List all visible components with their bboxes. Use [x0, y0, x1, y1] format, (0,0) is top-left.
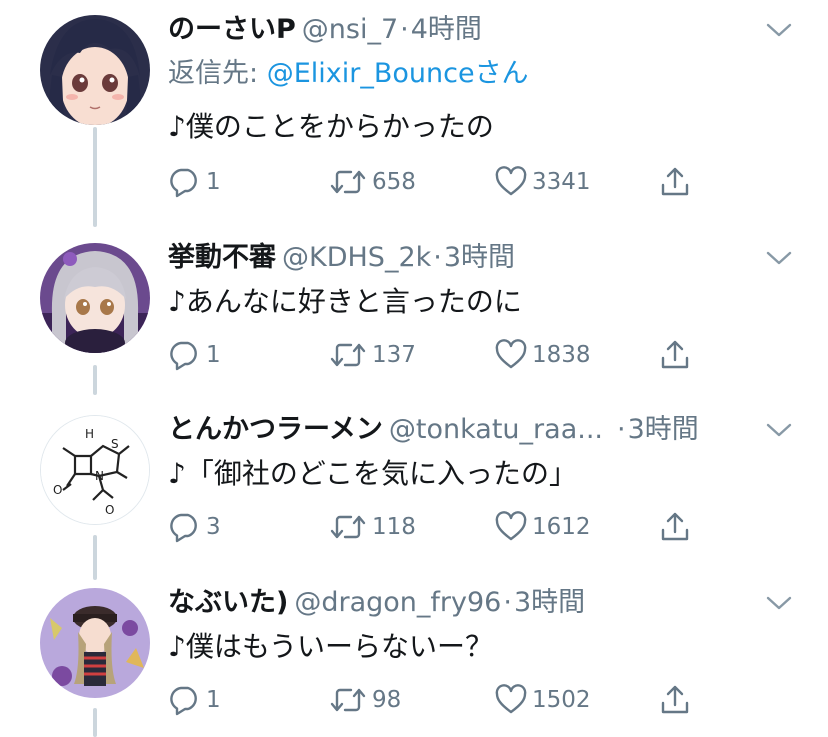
- retweet-icon: [330, 170, 366, 194]
- atom-label: O: [105, 503, 114, 517]
- atom-label: H: [85, 427, 94, 441]
- retweet-button[interactable]: 118: [328, 507, 416, 547]
- reply-user-link[interactable]: @Elixir_Bounce: [267, 58, 475, 89]
- retweet-count: 137: [372, 342, 416, 368]
- avatar[interactable]: H S N O O: [40, 415, 150, 525]
- reply-count: 1: [206, 687, 221, 713]
- reply-icon: [170, 168, 197, 198]
- like-count: 1838: [532, 342, 591, 368]
- tweet-text: ♪僕はもういーらないー？: [168, 630, 494, 663]
- tweet-actions: 1 658 3341: [168, 162, 728, 202]
- tweet[interactable]: のーさいP @nsi_7·4時間 返信先: @Elixir_Bounceさん ♪僕…: [0, 10, 828, 220]
- share-button[interactable]: [658, 335, 692, 375]
- reply-button[interactable]: 1: [168, 335, 221, 375]
- reply-button[interactable]: 1: [168, 162, 221, 202]
- chevron-down-icon[interactable]: [763, 591, 795, 615]
- user-handle[interactable]: @dragon_fry96: [294, 587, 501, 618]
- user-handle[interactable]: @KDHS_2k: [282, 242, 431, 273]
- retweet-icon: [330, 515, 366, 539]
- reply-button[interactable]: 1: [168, 680, 221, 720]
- reply-count: 1: [206, 342, 221, 368]
- reply-button[interactable]: 3: [168, 507, 221, 547]
- separator-dot: ·: [616, 414, 626, 445]
- tweet[interactable]: なぶいた) @dragon_fry96·3時間 ♪僕はもういーらないー？ 1 98…: [0, 583, 828, 737]
- chevron-down-icon[interactable]: [763, 18, 795, 42]
- retweet-button[interactable]: 137: [328, 335, 416, 375]
- atom-label: O: [53, 483, 62, 497]
- reply-icon: [170, 341, 197, 371]
- atom-label: S: [111, 437, 119, 451]
- retweet-icon: [330, 688, 366, 712]
- retweet-count: 658: [372, 169, 416, 195]
- reply-suffix: さん: [474, 58, 529, 89]
- share-icon: [661, 167, 689, 196]
- separator-dot: ·: [503, 587, 512, 618]
- tweet-text: ♪「御社のどこを気に入ったの」: [168, 457, 578, 490]
- chevron-down-icon[interactable]: [763, 246, 795, 270]
- share-button[interactable]: [658, 680, 692, 720]
- retweet-icon: [330, 343, 366, 367]
- retweet-count: 118: [372, 514, 416, 540]
- tweet-header: とんかつラーメン @tonkatu_raa... ·3時間: [168, 410, 768, 450]
- user-handle[interactable]: @tonkatu_raa...: [389, 414, 603, 445]
- tweet[interactable]: 挙動不審 @KDHS_2k·3時間 ♪あんなに好きと言ったのに 1 137 183…: [0, 238, 828, 388]
- heart-icon: [495, 166, 527, 196]
- display-name[interactable]: 挙動不審: [168, 242, 276, 273]
- display-name[interactable]: とんかつラーメン: [168, 414, 383, 445]
- tweet-actions: 1 98 1502: [168, 680, 728, 720]
- like-button[interactable]: 3341: [494, 162, 591, 202]
- like-count: 1502: [532, 687, 591, 713]
- heart-icon: [495, 339, 527, 369]
- tweet[interactable]: H S N O O とんかつラーメン @tonkatu_raa... ·3時間 ♪「…: [0, 410, 828, 560]
- tweet-text: ♪あんなに好きと言ったのに: [168, 285, 522, 318]
- reply-count: 3: [206, 514, 221, 540]
- share-icon: [661, 685, 689, 714]
- like-button[interactable]: 1838: [494, 335, 591, 375]
- tweet-actions: 1 137 1838: [168, 335, 728, 375]
- reply-icon: [170, 513, 197, 543]
- timestamp[interactable]: 3時間: [514, 587, 585, 618]
- user-handle[interactable]: @nsi_7: [302, 14, 398, 45]
- like-button[interactable]: 1612: [494, 507, 591, 547]
- like-button[interactable]: 1502: [494, 680, 591, 720]
- timestamp[interactable]: 3時間: [444, 242, 515, 273]
- tweet-thread: のーさいP @nsi_7·4時間 返信先: @Elixir_Bounceさん ♪僕…: [0, 0, 828, 737]
- share-button[interactable]: [658, 162, 692, 202]
- reply-prefix: 返信先:: [168, 58, 267, 89]
- avatar[interactable]: [40, 588, 150, 698]
- retweet-button[interactable]: 658: [328, 162, 416, 202]
- avatar[interactable]: [40, 15, 150, 125]
- display-name[interactable]: なぶいた): [168, 587, 288, 618]
- share-button[interactable]: [658, 507, 692, 547]
- retweet-count: 98: [372, 687, 402, 713]
- retweet-button[interactable]: 98: [328, 680, 401, 720]
- timestamp[interactable]: 4時間: [411, 14, 482, 45]
- reply-count: 1: [206, 169, 221, 195]
- heart-icon: [495, 684, 527, 714]
- like-count: 1612: [532, 514, 591, 540]
- share-icon: [661, 340, 689, 369]
- like-count: 3341: [532, 169, 591, 195]
- reply-context: 返信先: @Elixir_Bounceさん: [168, 54, 529, 94]
- tweet-header: のーさいP @nsi_7·4時間: [168, 10, 768, 50]
- separator-dot: ·: [400, 14, 409, 45]
- tweet-actions: 3 118 1612: [168, 507, 728, 547]
- avatar[interactable]: [40, 243, 150, 353]
- separator-dot: ·: [433, 242, 442, 273]
- timestamp[interactable]: 3時間: [628, 414, 699, 445]
- heart-icon: [495, 511, 527, 541]
- chevron-down-icon[interactable]: [763, 418, 795, 442]
- atom-label: N: [95, 469, 104, 483]
- tweet-header: なぶいた) @dragon_fry96·3時間: [168, 583, 768, 623]
- share-icon: [661, 512, 689, 541]
- reply-icon: [170, 686, 197, 716]
- tweet-header: 挙動不審 @KDHS_2k·3時間: [168, 238, 768, 278]
- tweet-text: ♪僕のことをからかったの: [168, 110, 494, 143]
- display-name[interactable]: のーさいP: [168, 14, 296, 45]
